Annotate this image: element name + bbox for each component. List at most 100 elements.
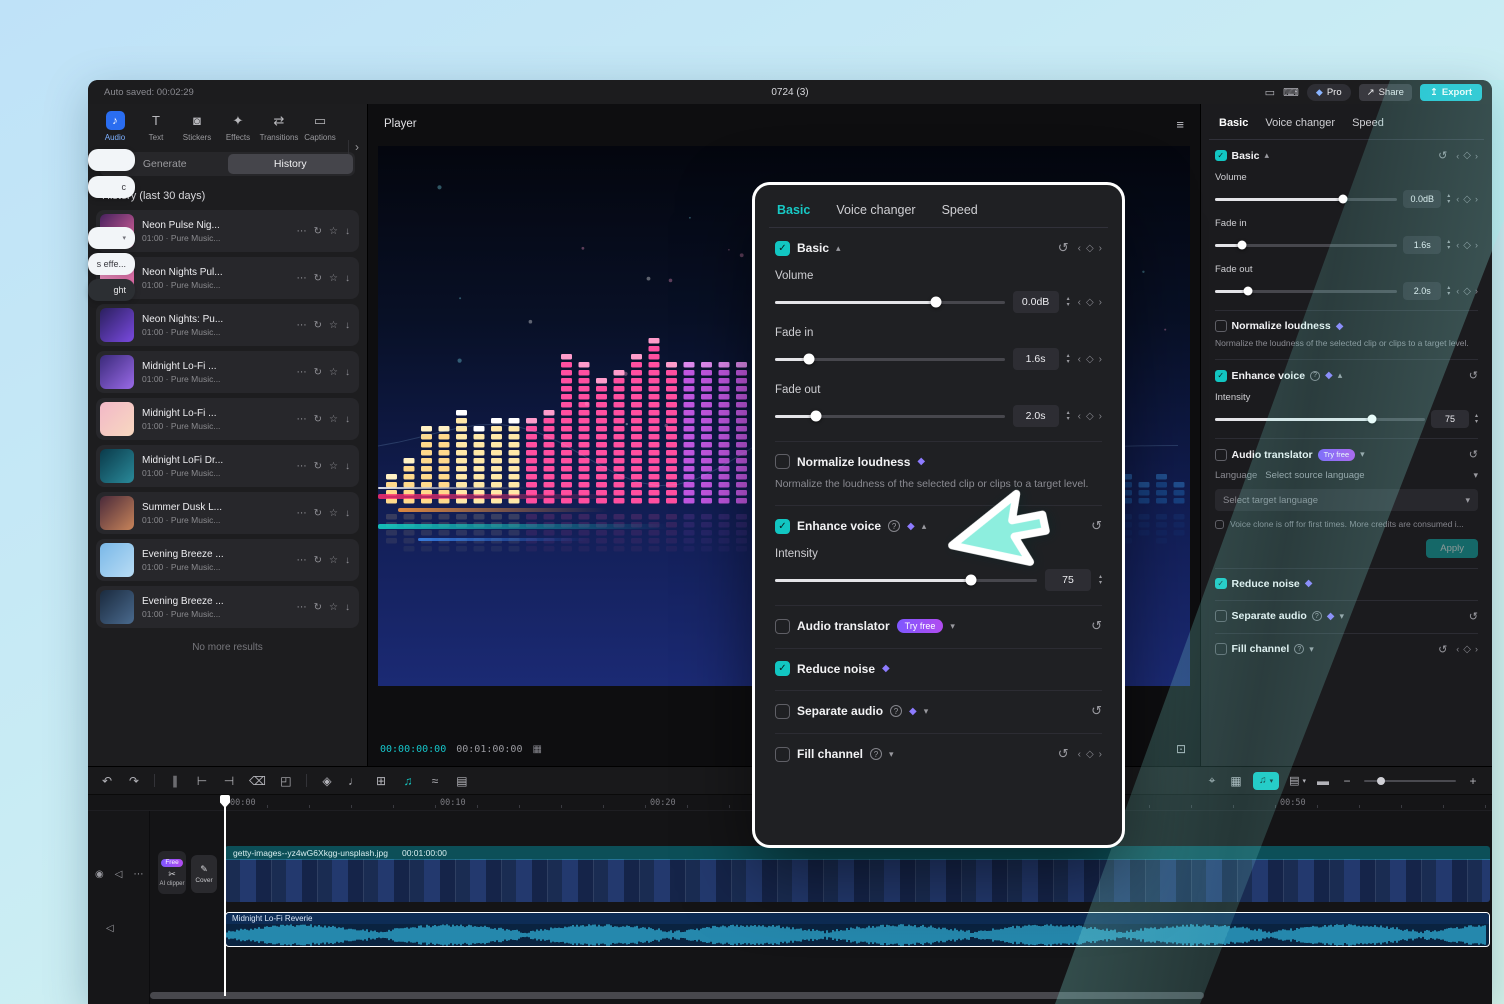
caret-down-icon[interactable]: ▾	[950, 621, 955, 632]
download-icon[interactable]: ↓	[345, 226, 350, 237]
stepper-down-icon[interactable]: ▾	[1067, 359, 1070, 365]
caret-up-icon[interactable]: ▴	[836, 243, 841, 254]
next-keyframe-icon[interactable]: ›	[1475, 240, 1478, 250]
fade-in-value[interactable]: 1.6s	[1403, 236, 1441, 254]
audio-wave-icon[interactable]: ♫	[401, 774, 415, 788]
add-keyframe-icon[interactable]: ◇	[1463, 286, 1471, 297]
stepper-down-icon[interactable]: ▾	[1099, 580, 1102, 586]
next-keyframe-icon[interactable]: ›	[1475, 151, 1478, 161]
timeline-scrollbar[interactable]	[150, 992, 1204, 999]
prev-keyframe-icon[interactable]: ‹	[1078, 297, 1081, 308]
track-view-dropdown[interactable]: ▤▾	[1289, 774, 1306, 787]
prev-keyframe-icon[interactable]: ‹	[1456, 240, 1459, 250]
reset-icon[interactable]: ↺	[1438, 643, 1447, 656]
fade-out-value[interactable]: 2.0s	[1013, 405, 1059, 427]
history-item[interactable]: Midnight Lo-Fi ...01:00 · Pure Music...⋯…	[96, 398, 359, 440]
film-icon[interactable]: ▬	[1316, 774, 1330, 788]
stepper-down-icon[interactable]: ▾	[1447, 291, 1450, 297]
slider-track[interactable]	[775, 579, 1037, 582]
fill-channel-checkbox[interactable]	[775, 747, 790, 762]
reduce-noise-checkbox[interactable]: ✓	[1215, 578, 1227, 590]
regenerate-icon[interactable]: ↻	[314, 226, 322, 237]
tab-voice-changer[interactable]: Voice changer	[1265, 117, 1335, 129]
export-button[interactable]: ↥ Export	[1420, 84, 1482, 101]
prev-keyframe-icon[interactable]: ‹	[1078, 243, 1081, 254]
ratio-grid-icon[interactable]: ▦	[532, 744, 541, 755]
favorite-icon[interactable]: ☆	[329, 226, 338, 237]
favorite-icon[interactable]: ☆	[329, 602, 338, 613]
reset-icon[interactable]: ↺	[1058, 746, 1069, 762]
slider-knob[interactable]	[804, 354, 815, 365]
caret-up-icon[interactable]: ▴	[1338, 370, 1343, 381]
reset-icon[interactable]: ↺	[1469, 610, 1478, 623]
next-keyframe-icon[interactable]: ›	[1099, 411, 1102, 422]
separate-audio-checkbox[interactable]	[1215, 610, 1227, 622]
source-language-select[interactable]: Select source language▾	[1265, 470, 1478, 481]
value-stepper[interactable]: ▴▾	[1447, 239, 1450, 251]
favorite-icon[interactable]: ☆	[329, 367, 338, 378]
zoom-in-icon[interactable]: +	[1466, 774, 1480, 788]
stepper-down-icon[interactable]: ▾	[1447, 199, 1450, 205]
volume-value[interactable]: 0.0dB	[1403, 190, 1441, 208]
nav-tab-stickers[interactable]: ◙Stickers	[178, 112, 216, 142]
download-icon[interactable]: ↓	[345, 273, 350, 284]
prev-keyframe-icon[interactable]: ‹	[1078, 354, 1081, 365]
slider-knob[interactable]	[1243, 287, 1252, 296]
more-icon[interactable]: ⋯	[297, 508, 307, 519]
reduce-noise-checkbox[interactable]: ✓	[775, 661, 790, 676]
normalize-loudness-checkbox[interactable]	[1215, 320, 1227, 332]
stepper-down-icon[interactable]: ▾	[1447, 245, 1450, 251]
zoom-slider[interactable]	[1364, 780, 1456, 782]
trim-left-icon[interactable]: ⊢	[195, 774, 209, 788]
add-keyframe-icon[interactable]: ◇	[1086, 297, 1094, 308]
mute-audio-track-icon[interactable]: ◁	[106, 923, 114, 934]
target-language-select[interactable]: Select target language▾	[1215, 489, 1478, 511]
tab-history[interactable]: History	[228, 154, 354, 174]
download-icon[interactable]: ↓	[345, 320, 350, 331]
audio-translator-checkbox[interactable]	[1215, 449, 1227, 461]
history-item[interactable]: Neon Nights Pul...01:00 · Pure Music...⋯…	[96, 257, 359, 299]
regenerate-icon[interactable]: ↻	[314, 320, 322, 331]
volume-value[interactable]: 0.0dB	[1013, 291, 1059, 313]
enhance-voice-checkbox[interactable]: ✓	[1215, 370, 1227, 382]
try-free-badge[interactable]: Try free	[897, 619, 944, 633]
toggle-visibility-icon[interactable]: ◉	[95, 869, 104, 880]
nav-more-icon[interactable]: ›	[348, 140, 359, 154]
slider-track[interactable]	[1215, 290, 1397, 293]
slider-knob[interactable]	[1238, 241, 1247, 250]
more-icon[interactable]: ⋯	[297, 273, 307, 284]
value-stepper[interactable]: ▴▾	[1067, 296, 1070, 308]
download-icon[interactable]: ↓	[345, 555, 350, 566]
reset-icon[interactable]: ↺	[1469, 448, 1478, 461]
tab-voice-changer[interactable]: Voice changer	[836, 203, 915, 217]
history-item[interactable]: Summer Dusk L...01:00 · Pure Music...⋯↻☆…	[96, 492, 359, 534]
reset-icon[interactable]: ↺	[1091, 703, 1102, 719]
history-item[interactable]: Neon Pulse Nig...01:00 · Pure Music...⋯↻…	[96, 210, 359, 252]
download-icon[interactable]: ↓	[345, 508, 350, 519]
favorite-icon[interactable]: ☆	[329, 414, 338, 425]
caret-down-icon[interactable]: ▾	[924, 706, 929, 717]
add-keyframe-icon[interactable]: ◇	[1463, 194, 1471, 205]
regenerate-icon[interactable]: ↻	[314, 555, 322, 566]
caret-down-icon[interactable]: ▾	[889, 749, 894, 760]
undo-icon[interactable]: ↶	[100, 774, 114, 788]
next-keyframe-icon[interactable]: ›	[1475, 286, 1478, 296]
grid-icon[interactable]: ▦	[1229, 774, 1243, 788]
add-keyframe-icon[interactable]: ◇	[1463, 240, 1471, 251]
caret-down-icon[interactable]: ▾	[1309, 644, 1314, 655]
more-icon[interactable]: ⋯	[297, 414, 307, 425]
video-clip[interactable]: getty-images--yz4wG6Xkgg-unsplash.jpg 00…	[225, 846, 1490, 902]
regenerate-icon[interactable]: ↻	[314, 367, 322, 378]
next-keyframe-icon[interactable]: ›	[1099, 749, 1102, 760]
history-item[interactable]: Evening Breeze ...01:00 · Pure Music...⋯…	[96, 586, 359, 628]
next-keyframe-icon[interactable]: ›	[1475, 194, 1478, 204]
value-stepper[interactable]: ▴▾	[1099, 574, 1102, 586]
ai-clipper-tool[interactable]: Free ✂ AI clipper	[158, 851, 186, 894]
value-stepper[interactable]: ▴▾	[1447, 285, 1450, 297]
history-item[interactable]: Neon Nights: Pu...01:00 · Pure Music...⋯…	[96, 304, 359, 346]
slider-knob[interactable]	[930, 297, 941, 308]
download-icon[interactable]: ↓	[345, 461, 350, 472]
caret-up-icon[interactable]: ▴	[1265, 150, 1270, 161]
value-stepper[interactable]: ▴▾	[1067, 410, 1070, 422]
more-icon[interactable]: ⋯	[297, 602, 307, 613]
